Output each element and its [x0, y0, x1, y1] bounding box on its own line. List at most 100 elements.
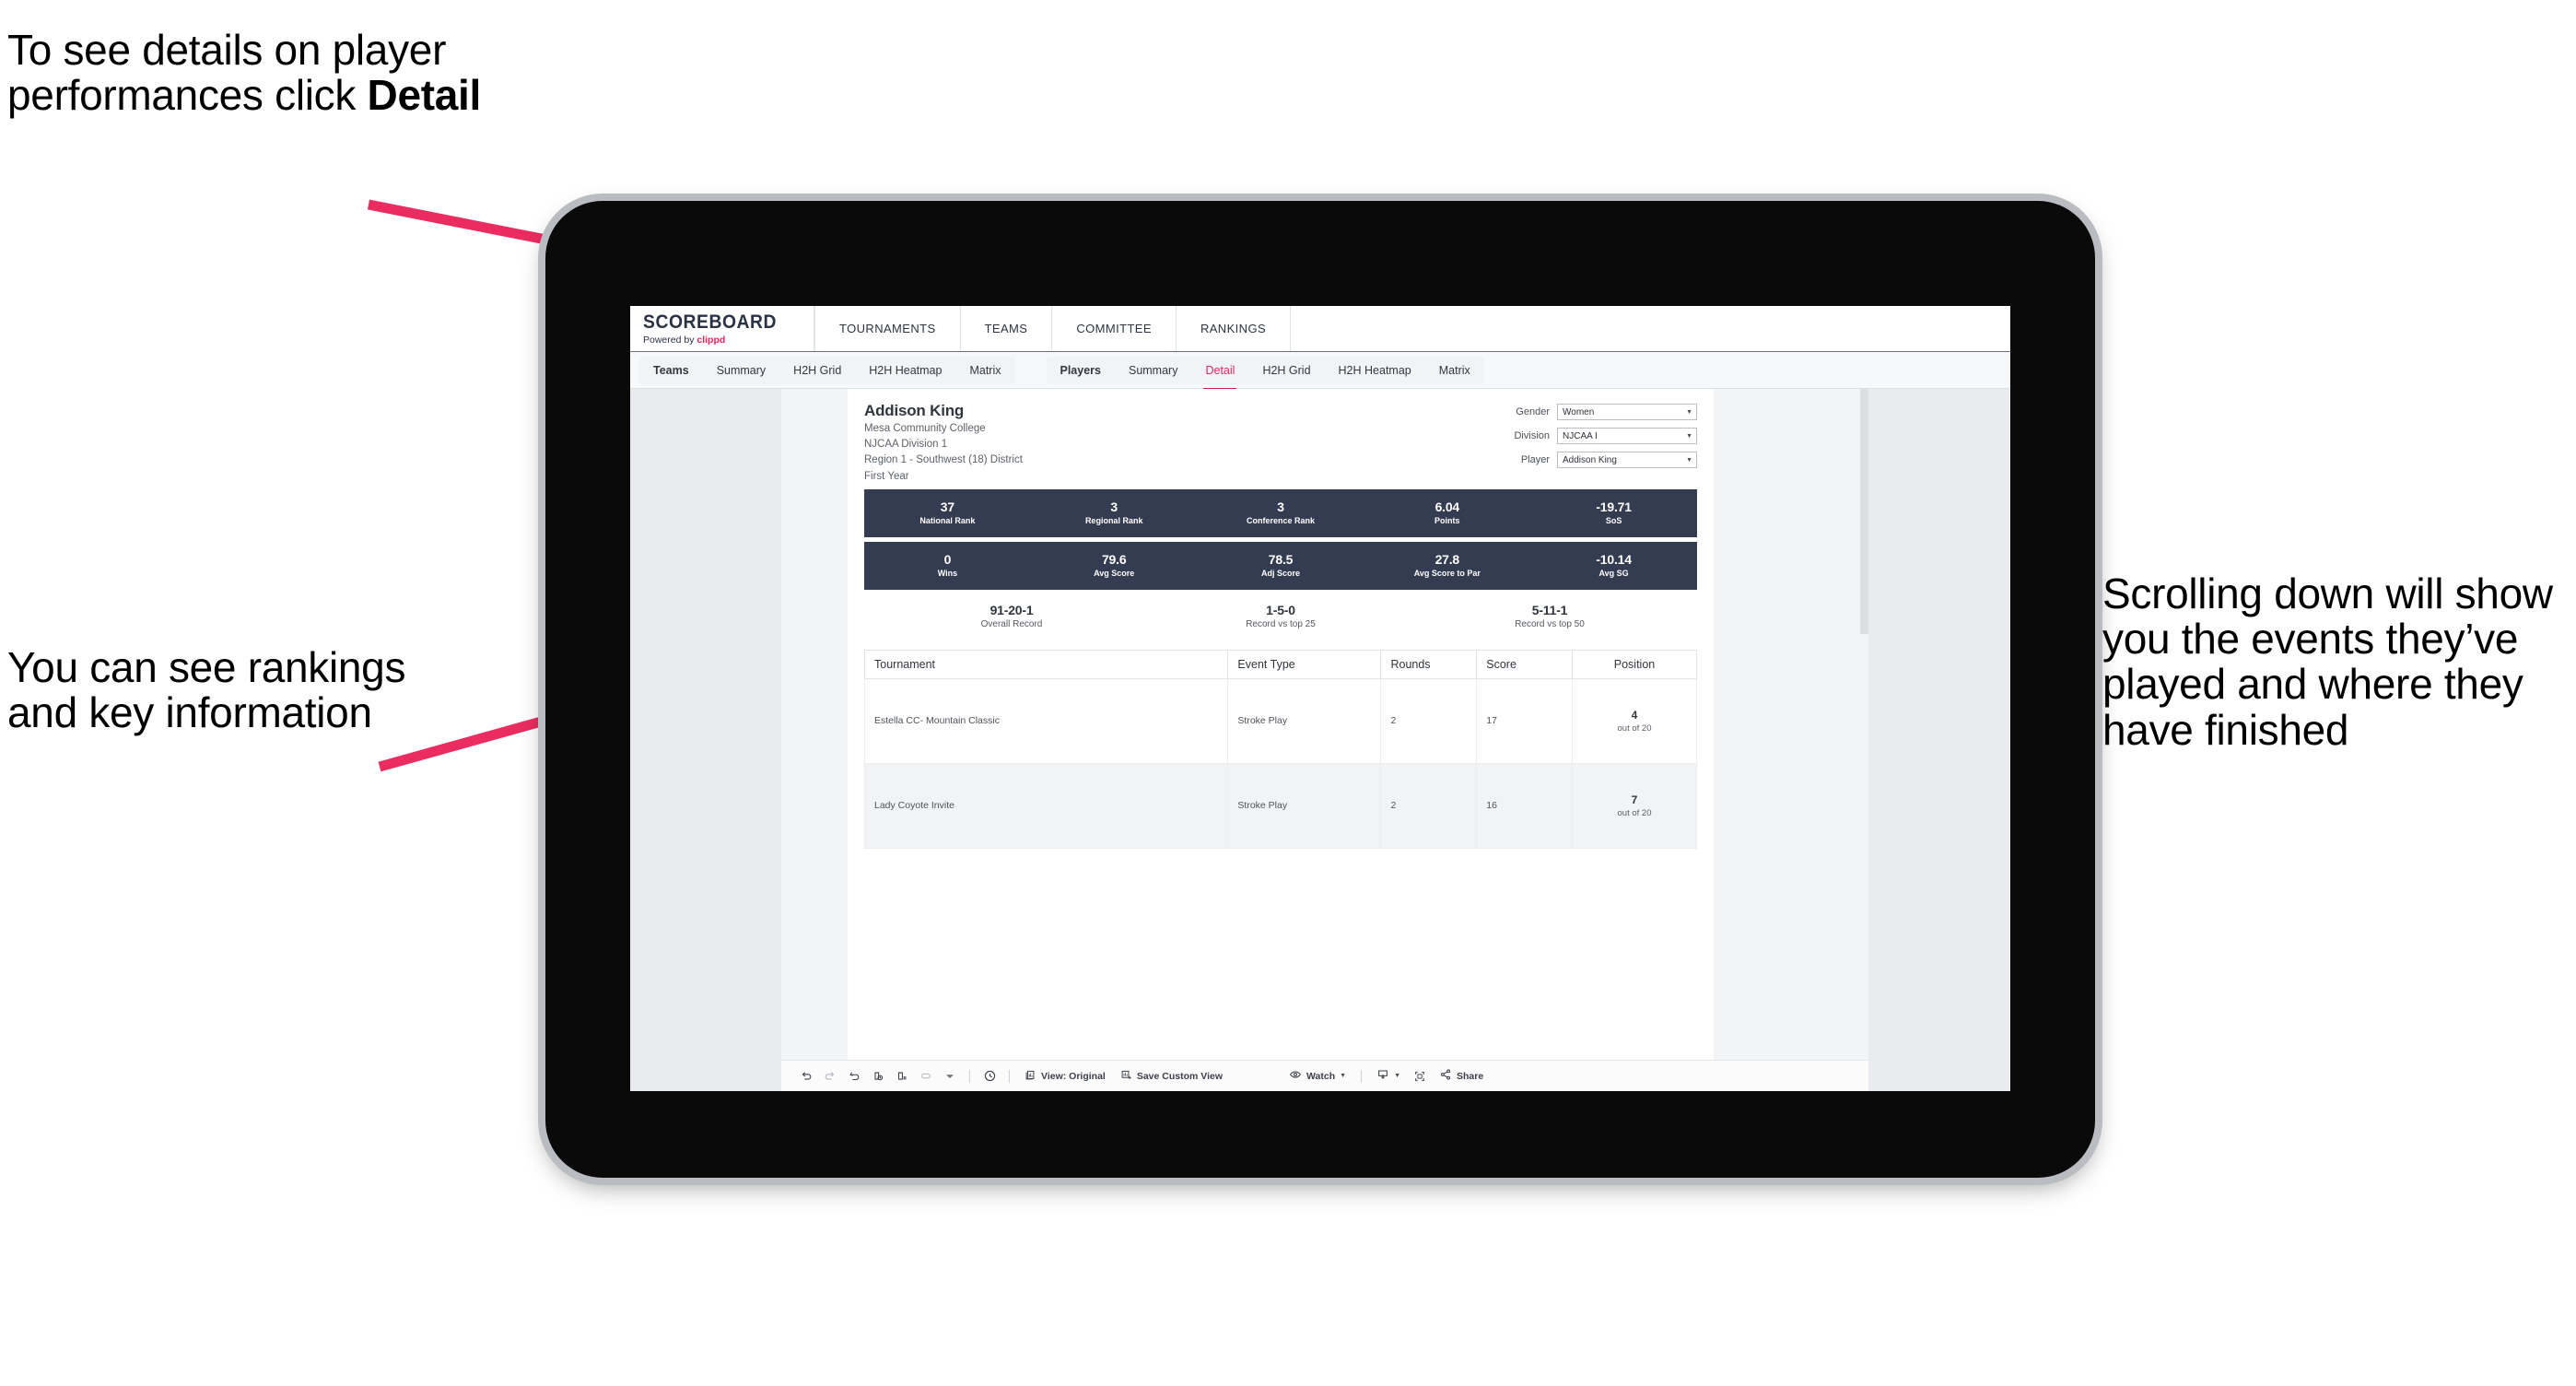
record-value: 5-11-1: [1531, 602, 1568, 617]
events-table-header: Tournament Event Type Rounds Score Posit…: [863, 649, 1697, 679]
cell-tournament: Estella CC- Mountain Classic: [863, 677, 1229, 764]
save-custom-view-icon: [1120, 1069, 1132, 1084]
filter-gender-label: Gender: [1516, 406, 1550, 417]
chevron-down-icon: ▼: [1686, 432, 1692, 440]
alert-clock-icon[interactable]: [978, 1064, 1001, 1088]
annotation-detail: To see details on player performances cl…: [7, 27, 597, 118]
stat-bar-rankings: 37 National Rank 3 Regional Rank 3 Confe…: [864, 488, 1697, 537]
cell-event-type: Stroke Play: [1227, 762, 1382, 849]
stat-bar-performance: 0 Wins 79.6 Avg Score 78.5 Adj Score 27.…: [864, 541, 1697, 590]
scrollbar-thumb[interactable]: [1860, 389, 1868, 634]
stat-label: Avg Score: [1094, 569, 1135, 579]
stat-value: 3: [1277, 499, 1284, 514]
subnav-item-teams-h2h-grid[interactable]: H2H Grid: [779, 357, 855, 384]
nav-item-committee[interactable]: COMMITTEE: [1052, 306, 1177, 351]
record-label: Record vs top 50: [1515, 618, 1585, 629]
subnav-item-teams[interactable]: Teams: [639, 357, 703, 384]
tablet-device-frame: SCOREBOARD Powered by clippd TOURNAMENTS…: [545, 201, 2095, 1178]
vertical-scrollbar[interactable]: [1860, 389, 1868, 1060]
records-row: 91-20-1 Overall Record 1-5-0 Record vs t…: [864, 603, 1697, 629]
subnav-item-teams-summary[interactable]: Summary: [703, 357, 779, 384]
stat-wins: 0 Wins: [864, 551, 1031, 579]
column-header-position[interactable]: Position: [1572, 649, 1697, 679]
subnav-item-teams-matrix[interactable]: Matrix: [955, 357, 1014, 384]
nav-item-tournaments[interactable]: TOURNAMENTS: [814, 306, 961, 351]
player-identity: Addison King Mesa Community College NJCA…: [864, 402, 1023, 484]
filter-division: Division NJCAA I ▼: [1483, 428, 1697, 444]
share-button[interactable]: Share: [1432, 1068, 1491, 1084]
stat-label: Wins: [937, 569, 958, 579]
refresh-data-icon[interactable]: [866, 1064, 890, 1088]
nav-item-rankings[interactable]: RANKINGS: [1177, 306, 1292, 351]
dropdown-caret-icon[interactable]: [938, 1064, 962, 1088]
stat-adj-score: 78.5 Adj Score: [1198, 552, 1364, 578]
subnav-item-players-h2h-heatmap[interactable]: H2H Heatmap: [1325, 357, 1425, 384]
toolbar-separator: [1361, 1069, 1363, 1083]
tablet-screen: SCOREBOARD Powered by clippd TOURNAMENTS…: [630, 306, 2010, 1091]
filter-gender-select[interactable]: Women ▼: [1557, 404, 1697, 420]
player-header: Addison King Mesa Community College NJCA…: [864, 402, 1697, 484]
stat-avg-score: 79.6 Avg Score: [1031, 552, 1198, 579]
brand-powered-prefix: Powered by: [643, 334, 697, 346]
filter-division-label: Division: [1514, 430, 1550, 441]
chevron-down-icon: ▼: [1394, 1073, 1401, 1079]
brand-logo[interactable]: SCOREBOARD Powered by clippd: [630, 306, 814, 351]
player-region: Region 1 - Southwest (18) District: [864, 454, 1023, 466]
nav-item-teams[interactable]: TEAMS: [961, 306, 1053, 351]
column-header-score[interactable]: Score: [1476, 649, 1574, 679]
watch-button[interactable]: Watch ▼: [1282, 1068, 1353, 1084]
chevron-down-icon: ▼: [1686, 408, 1692, 416]
record-overall: 91-20-1 Overall Record: [877, 603, 1146, 629]
pause-auto-update-icon[interactable]: [890, 1064, 914, 1088]
primary-nav: TOURNAMENTS TEAMS COMMITTEE RANKINGS: [814, 306, 1292, 351]
cell-position: 7 out of 20: [1572, 762, 1697, 849]
slide-canvas: To see details on player performances cl…: [0, 0, 2576, 1386]
stat-label: Points: [1434, 516, 1460, 526]
position-out-of: out of 20: [1617, 807, 1652, 818]
record-value: 1-5-0: [1266, 602, 1295, 617]
filter-division-select[interactable]: NJCAA I ▼: [1557, 428, 1697, 444]
save-custom-view-label: Save Custom View: [1136, 1070, 1224, 1082]
subnav-item-players-detail[interactable]: Detail: [1191, 357, 1248, 390]
subnav-item-teams-h2h-heatmap[interactable]: H2H Heatmap: [855, 357, 955, 384]
player-school: Mesa Community College: [864, 423, 986, 434]
shape-icon[interactable]: [914, 1064, 938, 1088]
subnav-item-players[interactable]: Players: [1047, 357, 1115, 384]
fullscreen-icon[interactable]: [1408, 1064, 1432, 1088]
app-body: Addison King Mesa Community College NJCA…: [630, 389, 2010, 1091]
subnav-item-players-summary[interactable]: Summary: [1115, 357, 1191, 384]
column-header-event-type[interactable]: Event Type: [1227, 649, 1382, 679]
column-header-rounds[interactable]: Rounds: [1380, 649, 1478, 679]
app-header: SCOREBOARD Powered by clippd TOURNAMENTS…: [630, 306, 2010, 352]
stat-value: 37: [940, 499, 954, 514]
player-year: First Year: [864, 470, 909, 482]
cell-score: 16: [1476, 762, 1574, 849]
column-header-tournament[interactable]: Tournament: [863, 649, 1229, 679]
download-button[interactable]: ▼: [1369, 1068, 1408, 1084]
filter-gender: Gender Women ▼: [1483, 404, 1697, 420]
stat-label: National Rank: [919, 516, 976, 526]
subnav-group-players: Players Summary Detail H2H Grid H2H Heat…: [1046, 356, 1484, 390]
save-custom-view-button[interactable]: Save Custom View: [1113, 1069, 1230, 1084]
revert-icon[interactable]: [842, 1064, 866, 1088]
table-row[interactable]: Estella CC- Mountain Classic Stroke Play…: [863, 677, 1697, 764]
cell-event-type: Stroke Play: [1227, 677, 1382, 764]
undo-icon[interactable]: [794, 1064, 818, 1088]
subnav-item-players-h2h-grid[interactable]: H2H Grid: [1248, 357, 1324, 384]
table-header-row: Tournament Event Type Rounds Score Posit…: [863, 649, 1697, 679]
cell-rounds: 2: [1380, 677, 1478, 764]
filter-player-select[interactable]: Addison King ▼: [1557, 452, 1697, 468]
stat-value: 3: [1110, 499, 1118, 514]
subnav-item-players-matrix[interactable]: Matrix: [1425, 357, 1484, 384]
stat-value: 6.04: [1434, 499, 1460, 514]
share-icon: [1439, 1068, 1452, 1084]
table-row[interactable]: Lady Coyote Invite Stroke Play 2 16 7 ou…: [863, 762, 1697, 849]
player-division: NJCAA Division 1: [864, 439, 948, 451]
stat-value: 0: [943, 551, 952, 567]
redo-icon[interactable]: [818, 1064, 842, 1088]
visualization-scroll-area[interactable]: Addison King Mesa Community College NJCA…: [781, 389, 1868, 1060]
stat-avg-score-to-par: 27.8 Avg Score to Par: [1364, 552, 1530, 579]
view-original-button[interactable]: View: Original: [1017, 1069, 1113, 1084]
stat-label: Avg Score to Par: [1413, 569, 1481, 579]
stat-sos: -19.71 SoS: [1530, 499, 1697, 525]
